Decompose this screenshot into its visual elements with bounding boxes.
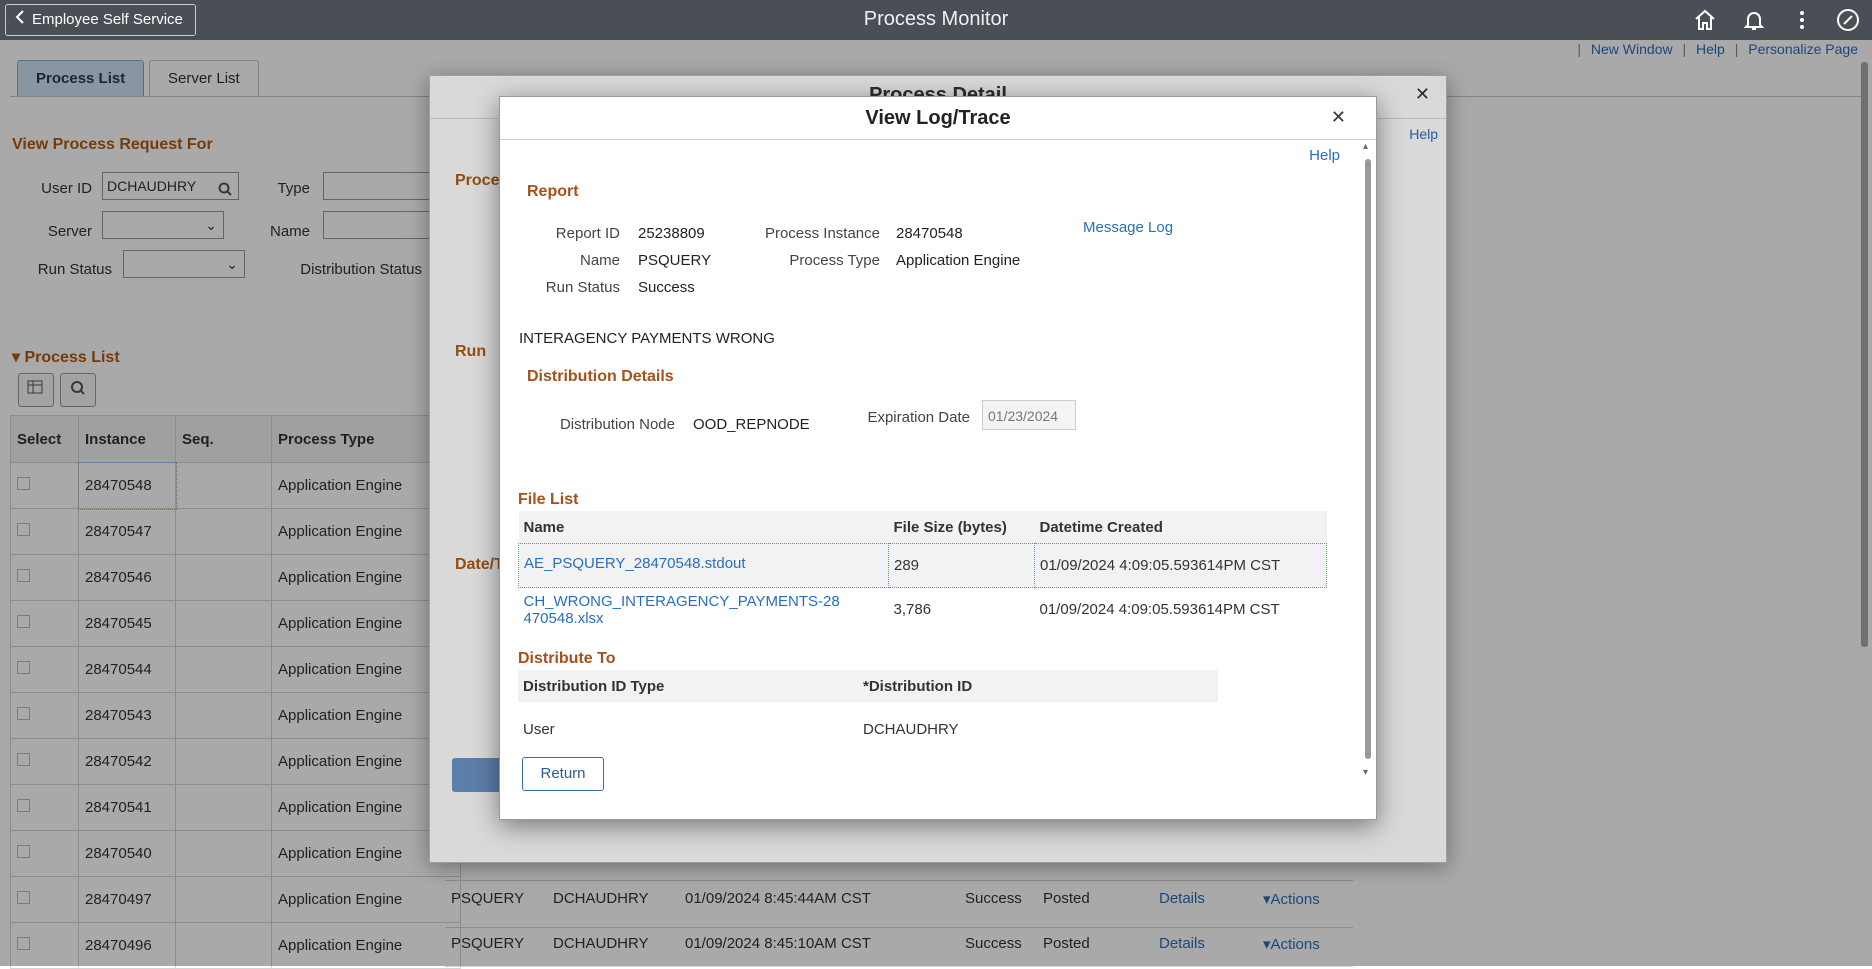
table-row: CH_WRONG_INTERAGENCY_PAYMENTS-28470548.x… xyxy=(519,588,1327,632)
page-title: Process Monitor xyxy=(863,8,1009,30)
top-banner: Employee Self Service Process Monitor xyxy=(0,0,1872,40)
return-button[interactable]: Return xyxy=(522,757,604,791)
file-name-link[interactable]: AE_PSQUERY_28470548.stdout xyxy=(518,543,889,588)
scroll-down-icon[interactable]: ▾ xyxy=(1363,767,1368,778)
column-header: *Distribution ID xyxy=(858,670,1218,702)
bell-icon[interactable] xyxy=(1740,6,1768,34)
distribute-to-heading: Distribute To xyxy=(518,650,616,667)
scroll-up-icon[interactable]: ▴ xyxy=(1363,141,1368,152)
file-size-cell: 3,786 xyxy=(893,601,932,619)
message-log-link[interactable]: Message Log xyxy=(1083,219,1173,236)
file-created-cell: 01/09/2024 4:09:05.593614PM CST xyxy=(1034,543,1327,588)
scroll-thumb[interactable] xyxy=(1365,159,1371,759)
distribution-node-label: Distribution Node xyxy=(559,416,675,433)
report-id-label: Report ID xyxy=(555,225,620,242)
process-type-label: Process Type xyxy=(789,252,880,269)
file-created-cell: 01/09/2024 4:09:05.593614PM CST xyxy=(1039,601,1280,619)
close-icon[interactable]: ✕ xyxy=(1331,107,1346,128)
expiration-date-label: Expiration Date xyxy=(867,409,970,426)
process-type-value: Application Engine xyxy=(896,252,1021,269)
table-row: AE_PSQUERY_28470548.stdout 289 01/09/202… xyxy=(518,543,1327,588)
distribution-type-cell: User xyxy=(523,720,555,738)
file-list-table: Name File Size (bytes) Datetime Created … xyxy=(518,511,1327,632)
file-name-link[interactable]: CH_WRONG_INTERAGENCY_PAYMENTS-28470548.x… xyxy=(519,588,889,632)
table-row: User DCHAUDHRY xyxy=(518,702,1218,756)
table-header-row: Distribution ID Type *Distribution ID xyxy=(518,670,1218,702)
process-instance-label: Process Instance xyxy=(764,225,880,242)
run-status-label: Run Status xyxy=(545,279,620,296)
column-header: Datetime Created xyxy=(1034,511,1327,544)
distribution-node-value: OOD_REPNODE xyxy=(693,416,810,433)
report-id-value: 25238809 xyxy=(638,225,705,242)
column-header: Distribution ID Type xyxy=(518,670,858,702)
report-description: INTERAGENCY PAYMENTS WRONG xyxy=(519,330,775,347)
view-log-trace-modal: View Log/Trace ✕ Help Report Report ID 2… xyxy=(499,96,1377,820)
log-trace-header: View Log/Trace ✕ xyxy=(500,97,1376,140)
process-instance-value: 28470548 xyxy=(896,225,963,242)
report-heading: Report xyxy=(527,183,579,200)
table-header-row: Name File Size (bytes) Datetime Created xyxy=(518,511,1327,544)
column-header: Name xyxy=(518,511,889,544)
file-name-text: AE_PSQUERY_28470548.stdout xyxy=(524,555,746,572)
home-icon[interactable] xyxy=(1691,6,1719,34)
file-name-text: CH_WRONG_INTERAGENCY_PAYMENTS-28470548.x… xyxy=(523,592,840,627)
compass-icon[interactable] xyxy=(1834,6,1862,34)
file-list-heading: File List xyxy=(518,491,579,508)
modal-scrollbar[interactable]: ▴ ▾ xyxy=(1361,141,1375,796)
name-label: Name xyxy=(579,252,620,269)
distribute-to-table: Distribution ID Type *Distribution ID Us… xyxy=(518,670,1218,756)
file-size-cell: 289 xyxy=(888,543,1035,588)
help-link[interactable]: Help xyxy=(1309,147,1340,164)
more-vert-icon[interactable] xyxy=(1788,6,1816,34)
name-value: PSQUERY xyxy=(638,252,712,269)
column-header: File Size (bytes) xyxy=(888,511,1035,544)
distribution-id-cell: DCHAUDHRY xyxy=(863,720,959,738)
expiration-date-field: 01/23/2024 xyxy=(982,400,1076,430)
distribution-details-heading: Distribution Details xyxy=(527,368,674,385)
run-status-value: Success xyxy=(638,279,695,296)
log-trace-title: View Log/Trace xyxy=(865,107,1011,129)
